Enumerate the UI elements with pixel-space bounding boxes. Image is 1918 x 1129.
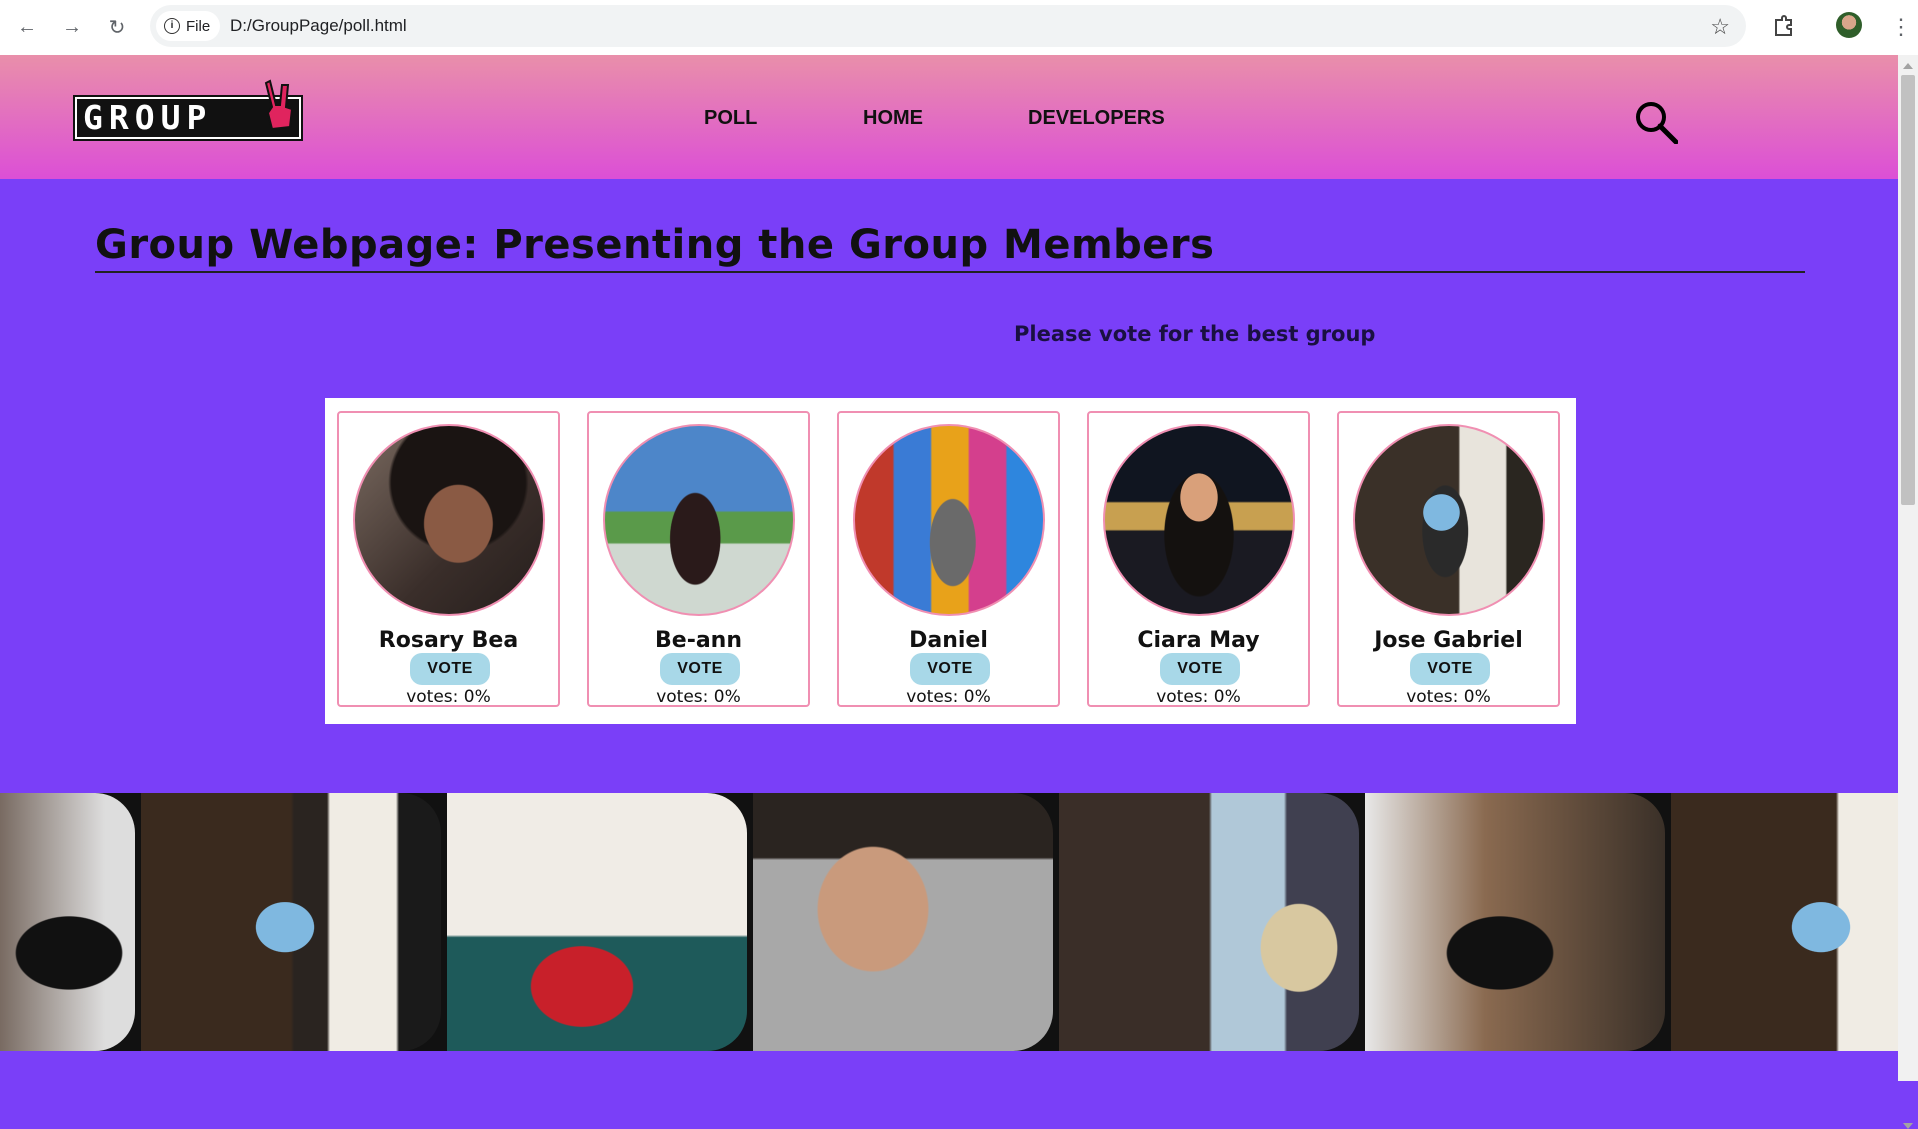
title-divider [95,271,1805,273]
member-card: Ciara May VOTE votes: 0% [1087,411,1310,707]
member-card: Jose Gabriel VOTE votes: 0% [1337,411,1560,707]
gallery-photo [141,793,441,1051]
member-photo [853,424,1045,616]
member-photo [1353,424,1545,616]
vote-button[interactable]: VOTE [910,653,990,685]
nav-poll[interactable]: POLL [704,107,757,130]
peace-hand-icon [264,79,294,131]
member-name: Be-ann [655,628,742,653]
logo-text: GROUP [83,98,213,137]
member-name: Ciara May [1137,628,1260,653]
bookmark-star-icon[interactable]: ☆ [1710,14,1730,40]
member-card: Be-ann VOTE votes: 0% [587,411,810,707]
member-name: Daniel [909,628,988,653]
gallery-photo [447,793,747,1051]
gallery-photo [1365,793,1665,1051]
forward-icon[interactable]: → [57,12,87,42]
member-photo [353,424,545,616]
page-title: Group Webpage: Presenting the Group Memb… [95,222,1215,268]
url-text[interactable]: D:/GroupPage/poll.html [230,16,407,36]
member-card: Daniel VOTE votes: 0% [837,411,1060,707]
info-icon: i [164,18,180,34]
vote-button[interactable]: VOTE [1410,653,1490,685]
vote-percentage: votes: 0% [906,687,991,707]
member-photo [603,424,795,616]
vote-button[interactable]: VOTE [1160,653,1240,685]
vote-percentage: votes: 0% [1406,687,1491,707]
site-info-chip[interactable]: i File [156,11,221,41]
vote-button[interactable]: VOTE [660,653,740,685]
member-card: Rosary Bea VOTE votes: 0% [337,411,560,707]
nav-developers[interactable]: DEVELOPERS [1028,107,1165,130]
poll-container: Rosary Bea VOTE votes: 0% Be-ann VOTE vo… [325,398,1576,724]
page-scrollbar[interactable] [1898,55,1918,1129]
search-icon[interactable] [1634,100,1678,144]
scroll-down-icon[interactable] [1903,1123,1913,1129]
vote-button[interactable]: VOTE [410,653,490,685]
reload-icon[interactable]: ↻ [102,12,132,42]
scroll-up-icon[interactable] [1903,63,1913,69]
gallery-photo [753,793,1053,1051]
nav-home[interactable]: HOME [863,107,923,130]
menu-kebab-icon[interactable]: ⋮ [1890,14,1912,40]
profile-avatar[interactable] [1836,12,1862,38]
scrollbar-thumb[interactable] [1901,75,1915,505]
site-chip-label: File [186,17,211,35]
address-bar[interactable]: i File D:/GroupPage/poll.html ☆ [150,5,1746,47]
gallery-photo [1059,793,1359,1051]
member-photo [1103,424,1295,616]
vote-percentage: votes: 0% [406,687,491,707]
gallery-photo [0,793,135,1051]
member-name: Rosary Bea [378,628,519,653]
vote-marquee: Please vote for the best group me [1014,322,1378,346]
gallery-photo [1671,793,1898,1051]
back-icon[interactable]: ← [12,12,42,42]
extensions-icon[interactable] [1768,12,1798,42]
photo-gallery [0,793,1898,1051]
vote-percentage: votes: 0% [1156,687,1241,707]
vote-percentage: votes: 0% [656,687,741,707]
site-header: GROUP POLL HOME DEVELOPERS [0,55,1898,179]
member-name: Jose Gabriel [1374,628,1523,653]
browser-toolbar: ← → ↻ i File D:/GroupPage/poll.html ☆ ⋮ [0,0,1918,55]
